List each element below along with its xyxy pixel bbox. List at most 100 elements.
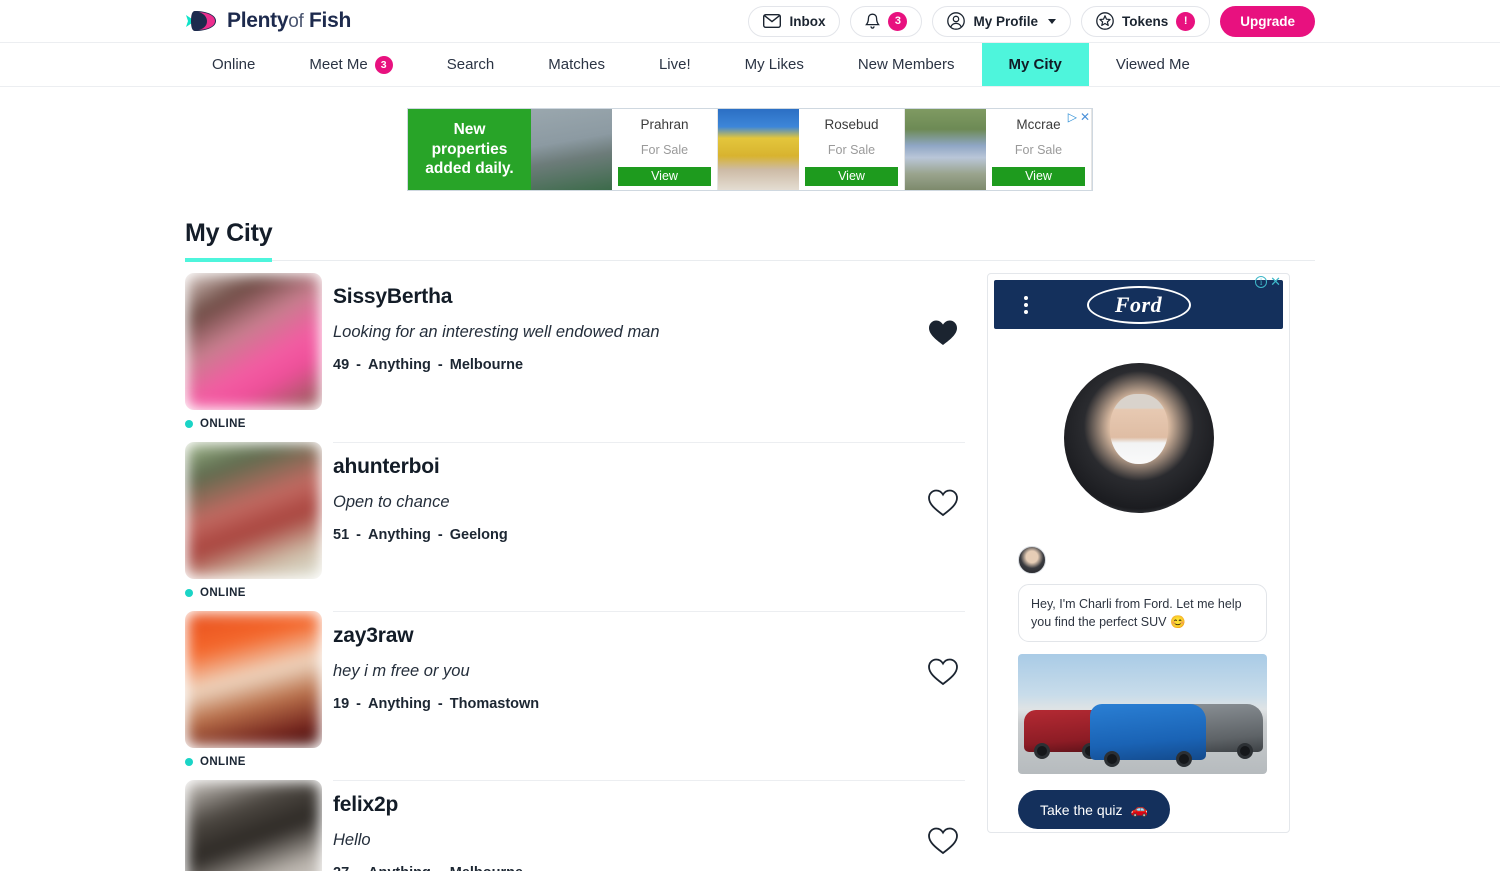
online-label: ONLINE xyxy=(200,756,246,768)
profile-age: 51 xyxy=(333,527,350,543)
brand-logo[interactable]: Plentyof Fish xyxy=(185,9,351,33)
notifications-badge: 3 xyxy=(888,11,908,31)
meta-separator: - xyxy=(431,865,450,871)
listing-thumbnail xyxy=(905,109,986,190)
listing-subtitle: For Sale xyxy=(640,142,689,157)
profile-meta: 51 - Anything - Geelong xyxy=(333,527,921,543)
kebab-menu-icon[interactable] xyxy=(1024,295,1028,314)
my-profile-label: My Profile xyxy=(973,13,1038,29)
fish-logo-icon xyxy=(185,9,219,33)
nav-item-online[interactable]: Online xyxy=(185,43,282,86)
page-header: My City xyxy=(185,219,1315,262)
like-heart-button[interactable] xyxy=(921,624,965,686)
close-icon[interactable]: ✕ xyxy=(1080,110,1090,124)
nav-item-label: My City xyxy=(1008,56,1062,73)
nav-item-search[interactable]: Search xyxy=(420,43,522,86)
meta-separator: - xyxy=(433,527,447,543)
profile-tagline: Hello xyxy=(333,831,371,849)
like-heart-button[interactable] xyxy=(921,455,965,517)
nav-item-label: Search xyxy=(446,56,495,73)
profile-row[interactable]: felix2p Hello 27 - Anything - Melbourne xyxy=(185,768,965,871)
listing-view-button[interactable]: View xyxy=(618,167,711,186)
online-label: ONLINE xyxy=(200,418,246,430)
meta-separator: - xyxy=(352,357,366,373)
notifications-button[interactable]: 3 xyxy=(850,5,923,37)
tokens-button[interactable]: Tokens ! xyxy=(1080,5,1211,37)
listing-title: Rosebud xyxy=(824,117,879,132)
profile-interest: Anything xyxy=(368,696,431,712)
ford-chat-bubble: Hey, I'm Charli from Ford. Let me help y… xyxy=(1018,584,1267,643)
top-ad-listing[interactable]: Mccrae For Sale View xyxy=(905,109,1092,190)
nav-item-live[interactable]: Live! xyxy=(632,43,718,86)
upgrade-button[interactable]: Upgrade xyxy=(1220,5,1315,37)
ford-suv-lineup-image xyxy=(1018,654,1267,775)
profile-city: Thomastown xyxy=(449,696,540,712)
ford-ad-header: i ✕ Ford xyxy=(994,275,1283,329)
adchoices-info-icon[interactable]: i xyxy=(1255,275,1268,288)
profile-age: 49 xyxy=(333,357,350,373)
profile-username[interactable]: zay3raw xyxy=(333,624,921,648)
profile-meta: 27 - Anything - Melbourne xyxy=(333,865,921,871)
tokens-label: Tokens xyxy=(1121,13,1169,29)
nav-item-label: New Members xyxy=(857,56,955,73)
profile-tagline: Looking for an interesting well endowed … xyxy=(333,323,660,341)
avatar[interactable] xyxy=(185,273,322,410)
top-ad-adchoices[interactable]: ▷ ✕ xyxy=(1068,110,1090,124)
inbox-label: Inbox xyxy=(789,13,826,29)
nav-item-my-likes[interactable]: My Likes xyxy=(718,43,831,86)
nav-item-meet-me[interactable]: Meet Me 3 xyxy=(282,43,419,86)
nav-item-matches[interactable]: Matches xyxy=(521,43,632,86)
profile-city: Melbourne xyxy=(449,357,524,373)
take-the-quiz-button[interactable]: Take the quiz 🚗 xyxy=(1018,790,1170,830)
avatar[interactable] xyxy=(185,611,322,748)
profile-row[interactable]: ONLINE SissyBertha Looking for an interest… xyxy=(185,261,965,430)
nav-item-label: Live! xyxy=(658,56,691,73)
profile-row[interactable]: ONLINE ahunterboi Open to chance 51 - Anyth… xyxy=(185,430,965,599)
profile-info: felix2p Hello 27 - Anything - Melbourne xyxy=(333,780,965,871)
meta-separator: - xyxy=(433,357,447,373)
inbox-button[interactable]: Inbox xyxy=(748,5,841,37)
brand-name: Plentyof Fish xyxy=(227,9,352,32)
profile-username[interactable]: SissyBertha xyxy=(333,285,921,309)
listing-subtitle: For Sale xyxy=(827,142,876,157)
nav-item-label: Meet Me xyxy=(309,56,368,73)
listing-thumbnail xyxy=(718,109,799,190)
profile-username[interactable]: ahunterboi xyxy=(333,455,921,479)
profile-info: zay3raw hey i m free or you 19 - Anything … xyxy=(333,611,965,742)
nav-item-my-city[interactable]: My City xyxy=(981,43,1089,86)
nav-item-viewed-me[interactable]: Viewed Me xyxy=(1089,43,1217,86)
close-icon[interactable]: ✕ xyxy=(1270,275,1281,288)
top-ad-listing[interactable]: Prahran For Sale View xyxy=(531,109,718,190)
listing-thumbnail xyxy=(531,109,612,190)
like-heart-button[interactable] xyxy=(921,793,965,855)
nav-item-new-members[interactable]: New Members xyxy=(831,43,982,86)
ford-ad[interactable]: i ✕ Ford Hey, I'm Charli from Ford. Let … xyxy=(987,273,1290,833)
like-heart-button[interactable] xyxy=(921,285,965,347)
profile-avatar-column xyxy=(185,780,333,871)
chevron-down-icon xyxy=(1047,18,1056,24)
adchoices-triangle-icon[interactable]: ▷ xyxy=(1068,110,1077,124)
ford-hero-face xyxy=(1109,394,1168,464)
profile-avatar-column: ONLINE xyxy=(185,611,333,768)
my-profile-menu[interactable]: My Profile xyxy=(932,5,1071,37)
profile-interest: Anything xyxy=(368,865,431,871)
profile-row[interactable]: ONLINE zay3raw hey i m free or you 19 - Any… xyxy=(185,599,965,768)
listing-subtitle: For Sale xyxy=(1014,142,1063,157)
profile-username[interactable]: felix2p xyxy=(333,793,921,817)
top-ad-listing[interactable]: Rosebud For Sale View xyxy=(718,109,905,190)
car-emoji-icon: 🚗 xyxy=(1130,801,1148,818)
meta-separator: - xyxy=(349,865,368,871)
avatar[interactable] xyxy=(185,780,322,871)
ford-hero-image xyxy=(1063,363,1214,513)
ford-chat-avatar xyxy=(1018,546,1046,574)
ford-ad-adchoices[interactable]: i ✕ xyxy=(1255,275,1281,288)
top-bar-actions: Inbox 3 My Profile Tokens ! Upgrade xyxy=(748,5,1315,37)
avatar[interactable] xyxy=(185,442,322,579)
profile-age: 27 xyxy=(333,865,349,871)
listing-view-button[interactable]: View xyxy=(992,167,1085,186)
profile-list: ONLINE SissyBertha Looking for an interest… xyxy=(185,261,965,871)
envelope-icon xyxy=(763,14,782,28)
listing-view-button[interactable]: View xyxy=(805,167,898,186)
profile-meta: 49 - Anything - Melbourne xyxy=(333,357,921,373)
top-ad-banner[interactable]: ▷ ✕ New properties added daily. Prahran F… xyxy=(407,108,1093,191)
